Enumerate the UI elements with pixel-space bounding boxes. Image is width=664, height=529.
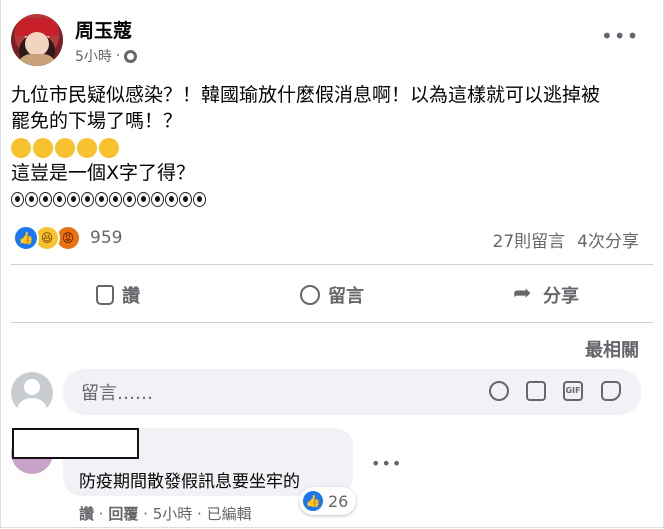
post-time[interactable]: 5小時 <box>75 46 112 66</box>
dot-separator: · <box>143 505 148 523</box>
sticker-icon[interactable] <box>601 381 621 401</box>
post-line: 九位市民疑似感染？！韓國瑜放什麼假消息啊！以為這樣就可以逃掉被 <box>11 84 601 106</box>
camera-icon[interactable] <box>526 381 546 401</box>
grinning-face-icon <box>55 137 75 158</box>
comment-count[interactable]: 27則留言 <box>493 227 566 252</box>
like-button-label: 讚 <box>122 286 140 307</box>
like-button[interactable]: 讚 <box>11 272 225 318</box>
comment-edited-label: 已編輯 <box>206 505 252 523</box>
astonished-face-icon <box>11 137 31 158</box>
eyes-emoji-icon <box>67 192 80 207</box>
share-count[interactable]: 4次分享 <box>577 227 639 252</box>
like-reaction-icon: 👍 <box>303 491 323 511</box>
eyes-emoji-icon <box>11 192 24 207</box>
share-button-label: 分享 <box>543 286 579 307</box>
comment-composer[interactable]: GIF <box>63 369 641 415</box>
eyes-emoji-icon <box>151 192 164 207</box>
avatar-shirt <box>17 54 57 66</box>
comment-options-button[interactable]: ••• <box>371 454 402 473</box>
post-options-button[interactable]: ••• <box>601 24 639 48</box>
post-actions: 讚 留言 分享 <box>11 272 653 318</box>
redacted-commenter-name <box>12 428 139 459</box>
eyes-emoji-icon <box>179 192 192 207</box>
post-line: 罷免的下場了嗎！？ <box>11 110 183 132</box>
comment-like-link[interactable]: 讚 <box>79 505 94 523</box>
emoji-row <box>11 134 651 160</box>
author-name[interactable]: 周玉蔻 <box>75 16 132 43</box>
eyes-emoji-icon <box>123 192 136 207</box>
avatar-face <box>25 32 49 56</box>
like-reaction-icon: 👍 <box>13 225 39 251</box>
dot-separator: · <box>197 505 202 523</box>
current-user-avatar <box>11 372 53 414</box>
post-card: 周玉蔻 5小時 · ••• 九位市民疑似感染？！韓國瑜放什麼假消息啊！以為這樣就… <box>0 0 664 528</box>
comment-sort-dropdown[interactable]: 最相關 <box>585 336 639 362</box>
hand-over-mouth-face-icon <box>99 137 119 158</box>
reaction-count[interactable]: 959 <box>90 228 122 248</box>
comment-button[interactable]: 留言 <box>225 272 439 318</box>
thumbs-up-icon <box>96 285 114 305</box>
eyes-emoji-icon <box>109 192 122 207</box>
reaction-summary[interactable]: 👍 😆 😡 959 <box>13 225 122 251</box>
gif-icon[interactable]: GIF <box>563 381 583 401</box>
comment-reaction-badge[interactable]: 👍 26 <box>299 487 357 515</box>
eyes-emoji-icon <box>193 192 206 207</box>
share-button[interactable]: 分享 <box>439 272 653 318</box>
post-line: 這豈是一個X字了得？ <box>11 162 196 184</box>
globe-icon <box>124 49 138 63</box>
comment-time[interactable]: 5小時 <box>153 505 193 523</box>
post-body: 九位市民疑似感染？！韓國瑜放什麼假消息啊！以為這樣就可以逃掉被 罷免的下場了嗎！… <box>11 82 651 212</box>
winking-tongue-face-icon <box>77 137 97 158</box>
smile-icon[interactable] <box>489 381 509 401</box>
meta-separator: · <box>115 48 121 64</box>
dot-separator: · <box>98 505 104 523</box>
eyes-emoji-icon <box>137 192 150 207</box>
comment-bubble-icon <box>300 285 320 305</box>
comment-text: 防疫期間散發假訊息要坐牢的 <box>79 472 300 492</box>
comment-input[interactable] <box>79 380 463 406</box>
eyes-emoji-icon <box>25 192 38 207</box>
eyes-emoji-icon <box>165 192 178 207</box>
eyes-emoji-icon <box>39 192 52 207</box>
post-meta: 5小時 · <box>75 46 138 66</box>
comment-like-count: 26 <box>328 491 349 511</box>
comment-reply-link[interactable]: 回覆 <box>108 505 138 523</box>
eyes-emoji-icon <box>53 192 66 207</box>
grinning-face-icon <box>33 137 53 158</box>
eyes-row <box>11 186 651 212</box>
divider <box>11 264 653 265</box>
author-avatar[interactable] <box>11 14 63 66</box>
post-stats: 27則留言 4次分享 <box>493 227 639 252</box>
comment-button-label: 留言 <box>328 286 364 307</box>
divider <box>11 322 653 323</box>
eyes-emoji-icon <box>81 192 94 207</box>
share-arrow-icon <box>513 281 535 306</box>
comment-actions: 讚 · 回覆 · 5小時 · 已編輯 <box>79 503 252 524</box>
eyes-emoji-icon <box>95 192 108 207</box>
